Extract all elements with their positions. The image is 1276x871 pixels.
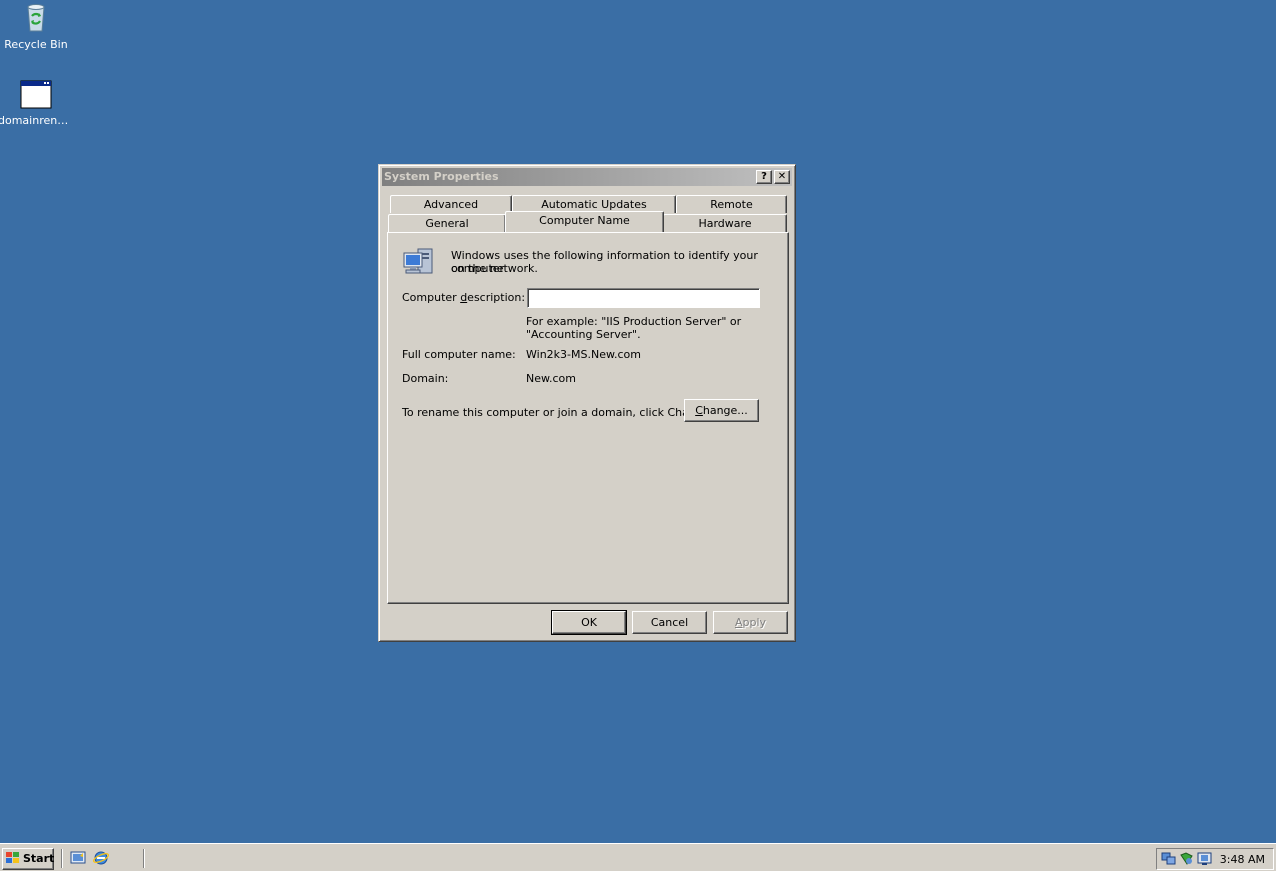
computer-network-icon xyxy=(402,245,436,277)
full-computer-name-label: Full computer name: xyxy=(402,348,516,361)
system-tray: 3:48 AM xyxy=(1156,848,1274,870)
windows-logo-icon xyxy=(6,852,20,865)
tab-advanced[interactable]: Advanced xyxy=(390,195,512,213)
apply-button[interactable]: Apply xyxy=(713,611,788,634)
computer-description-label: Computer description: xyxy=(402,291,526,304)
desktop-icon-recycle-bin[interactable]: Recycle Bin xyxy=(0,2,74,51)
tab-general[interactable]: General xyxy=(388,214,506,232)
tab-computer-name[interactable]: Computer Name xyxy=(505,211,664,232)
computer-name-panel: Windows uses the following information t… xyxy=(387,232,789,604)
ok-button[interactable]: OK xyxy=(551,610,627,635)
desktop-icon-domainrename[interactable]: domainrena... xyxy=(0,78,74,127)
show-desktop-icon[interactable] xyxy=(70,850,86,866)
computer-description-input[interactable] xyxy=(527,288,760,308)
recycle-bin-label: Recycle Bin xyxy=(4,38,68,51)
domain-value: New.com xyxy=(526,372,576,385)
internet-explorer-icon[interactable] xyxy=(92,850,110,866)
domain-label: Domain: xyxy=(402,372,449,385)
recycle-bin-icon xyxy=(20,2,52,34)
window-app-icon xyxy=(20,78,52,110)
tab-hardware[interactable]: Hardware xyxy=(663,214,787,232)
dialog-title: System Properties xyxy=(384,170,499,183)
network-icon[interactable] xyxy=(1161,852,1176,866)
example-text-line1: For example: "IIS Production Server" or xyxy=(526,315,742,328)
full-computer-name-value: Win2k3-MS.New.com xyxy=(526,348,641,361)
clock[interactable]: 3:48 AM xyxy=(1220,853,1265,866)
display-icon[interactable] xyxy=(1197,852,1212,866)
security-icon[interactable] xyxy=(1179,852,1194,866)
rename-instructions: To rename this computer or join a domain… xyxy=(402,406,714,419)
close-icon: ✕ xyxy=(777,171,787,182)
intro-text-line2: on the network. xyxy=(451,262,538,275)
taskbar: Start 3:48 AM xyxy=(0,843,1276,871)
start-label: Start xyxy=(23,852,55,865)
cancel-button[interactable]: Cancel xyxy=(632,611,707,634)
taskbar-separator-2 xyxy=(143,849,145,868)
help-button[interactable]: ? xyxy=(756,170,772,184)
example-text-line2: "Accounting Server". xyxy=(526,328,641,341)
domainrename-label: domainrena... xyxy=(0,114,74,127)
help-icon: ? xyxy=(761,171,767,182)
taskbar-separator xyxy=(61,849,63,868)
system-properties-dialog: System Properties ? ✕ Advanced Automatic… xyxy=(378,164,796,642)
dialog-titlebar[interactable]: System Properties ? ✕ xyxy=(382,168,792,186)
close-button[interactable]: ✕ xyxy=(774,170,790,184)
start-button[interactable]: Start xyxy=(2,848,54,870)
tab-remote[interactable]: Remote xyxy=(676,195,787,213)
change-button[interactable]: Change... xyxy=(684,399,759,422)
